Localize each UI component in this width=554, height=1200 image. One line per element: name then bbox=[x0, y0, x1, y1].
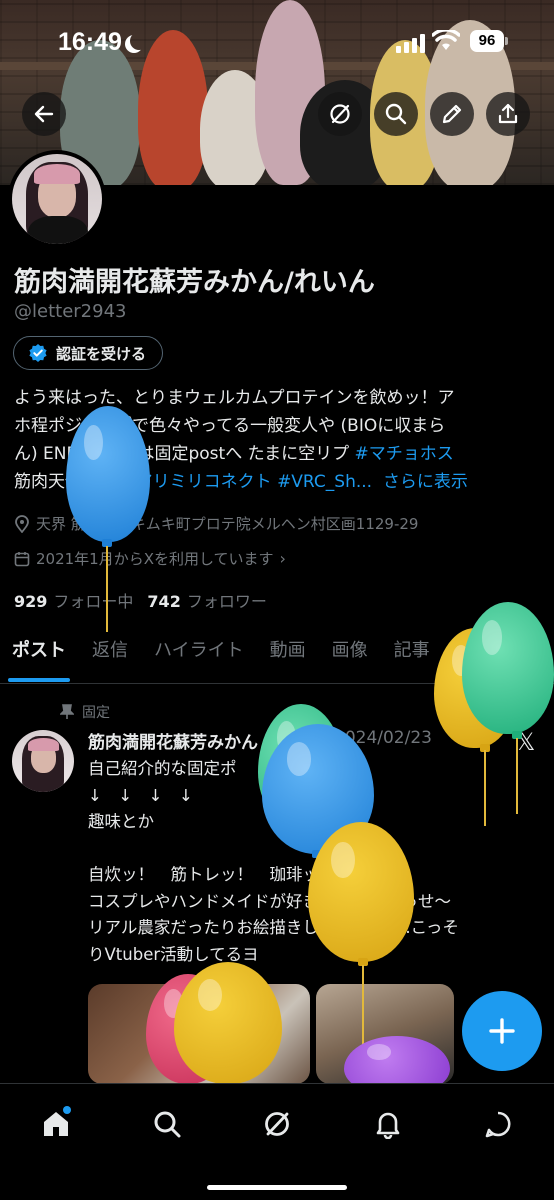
avatar-image bbox=[12, 154, 102, 244]
home-indicator bbox=[207, 1185, 347, 1190]
bio-line: よう来はった、とりまウェルカムプロテインを飲めッ！ア bbox=[14, 388, 455, 408]
share-button[interactable] bbox=[486, 92, 530, 136]
followers-label: フォロワー bbox=[186, 592, 267, 611]
nav-grok[interactable] bbox=[251, 1098, 303, 1150]
search-icon bbox=[385, 103, 407, 125]
grok-icon bbox=[330, 104, 350, 124]
bottom-navigation bbox=[0, 1083, 554, 1200]
wifi-icon bbox=[432, 30, 460, 50]
hashtag-link[interactable]: #VRC_Sh... bbox=[277, 472, 372, 492]
tab-replies[interactable]: 返信 bbox=[92, 628, 128, 683]
get-verified-label: 認証を受ける bbox=[56, 344, 147, 363]
profile-avatar[interactable] bbox=[8, 150, 106, 248]
show-more-link[interactable]: さらに表示 bbox=[383, 472, 468, 492]
battery-indicator: 96 bbox=[470, 30, 508, 52]
nav-messages[interactable] bbox=[472, 1098, 524, 1150]
follow-stats: 929 フォロー中 742 フォロワー bbox=[14, 588, 267, 612]
back-icon bbox=[34, 105, 54, 123]
status-time: 16:49 bbox=[58, 28, 122, 56]
edit-button[interactable] bbox=[430, 92, 474, 136]
plus-icon bbox=[489, 1018, 515, 1044]
post-author-avatar[interactable] bbox=[12, 730, 74, 792]
verified-badge-icon bbox=[29, 344, 47, 362]
search-button[interactable] bbox=[374, 92, 418, 136]
search-icon bbox=[154, 1111, 181, 1138]
location-pin-icon bbox=[15, 514, 29, 533]
following-label: フォロー中 bbox=[53, 592, 134, 611]
unread-dot bbox=[63, 1106, 71, 1114]
joined-row[interactable]: 2021年1月からXを利用しています › bbox=[14, 548, 286, 569]
chevron-right-icon: › bbox=[279, 549, 286, 568]
grok-button[interactable] bbox=[318, 92, 362, 136]
following-link[interactable]: 929 フォロー中 bbox=[14, 588, 133, 612]
moon-icon bbox=[130, 32, 148, 50]
hashtag-link[interactable]: #マチョホス bbox=[355, 444, 454, 464]
profile-handle: @letter2943 bbox=[14, 301, 127, 322]
tab-highlights[interactable]: ハイライト bbox=[154, 628, 244, 683]
joined-text: 2021年1月からXを利用しています bbox=[36, 550, 274, 568]
pinned-label: 固定 bbox=[82, 705, 110, 721]
messages-icon bbox=[485, 1111, 511, 1138]
compose-button[interactable] bbox=[462, 991, 542, 1071]
status-bar: 16:49 96 bbox=[0, 0, 554, 80]
post-author-name[interactable]: 筋肉満開花蘇芳みかん bbox=[88, 728, 258, 753]
grok-icon bbox=[265, 1112, 289, 1136]
bio-line: ん) ENFJ-A 詳細は固定postへ たまに空リプ bbox=[14, 444, 350, 464]
following-count: 929 bbox=[14, 592, 48, 611]
tab-videos[interactable]: 動画 bbox=[270, 628, 306, 683]
pinned-indicator: 固定 bbox=[60, 702, 110, 722]
pin-icon bbox=[60, 704, 74, 719]
calendar-icon bbox=[14, 551, 30, 566]
tab-articles[interactable]: 記事 bbox=[394, 628, 430, 683]
get-verified-button[interactable]: 認証を受ける bbox=[13, 336, 164, 370]
nav-home[interactable] bbox=[30, 1098, 82, 1150]
notifications-icon bbox=[376, 1112, 400, 1139]
back-button[interactable] bbox=[22, 92, 66, 136]
tab-images[interactable]: 画像 bbox=[332, 628, 368, 683]
edit-icon bbox=[442, 104, 462, 124]
nav-explore[interactable] bbox=[141, 1098, 193, 1150]
followers-count: 742 bbox=[147, 592, 181, 611]
nav-notifications[interactable] bbox=[362, 1098, 414, 1150]
signal-icon bbox=[396, 34, 425, 53]
share-icon bbox=[498, 103, 518, 124]
followers-link[interactable]: 742 フォロワー bbox=[147, 588, 266, 612]
tab-posts[interactable]: ポスト bbox=[8, 628, 70, 683]
profile-name: 筋肉満開花蘇芳みかん/れいん bbox=[14, 267, 375, 298]
